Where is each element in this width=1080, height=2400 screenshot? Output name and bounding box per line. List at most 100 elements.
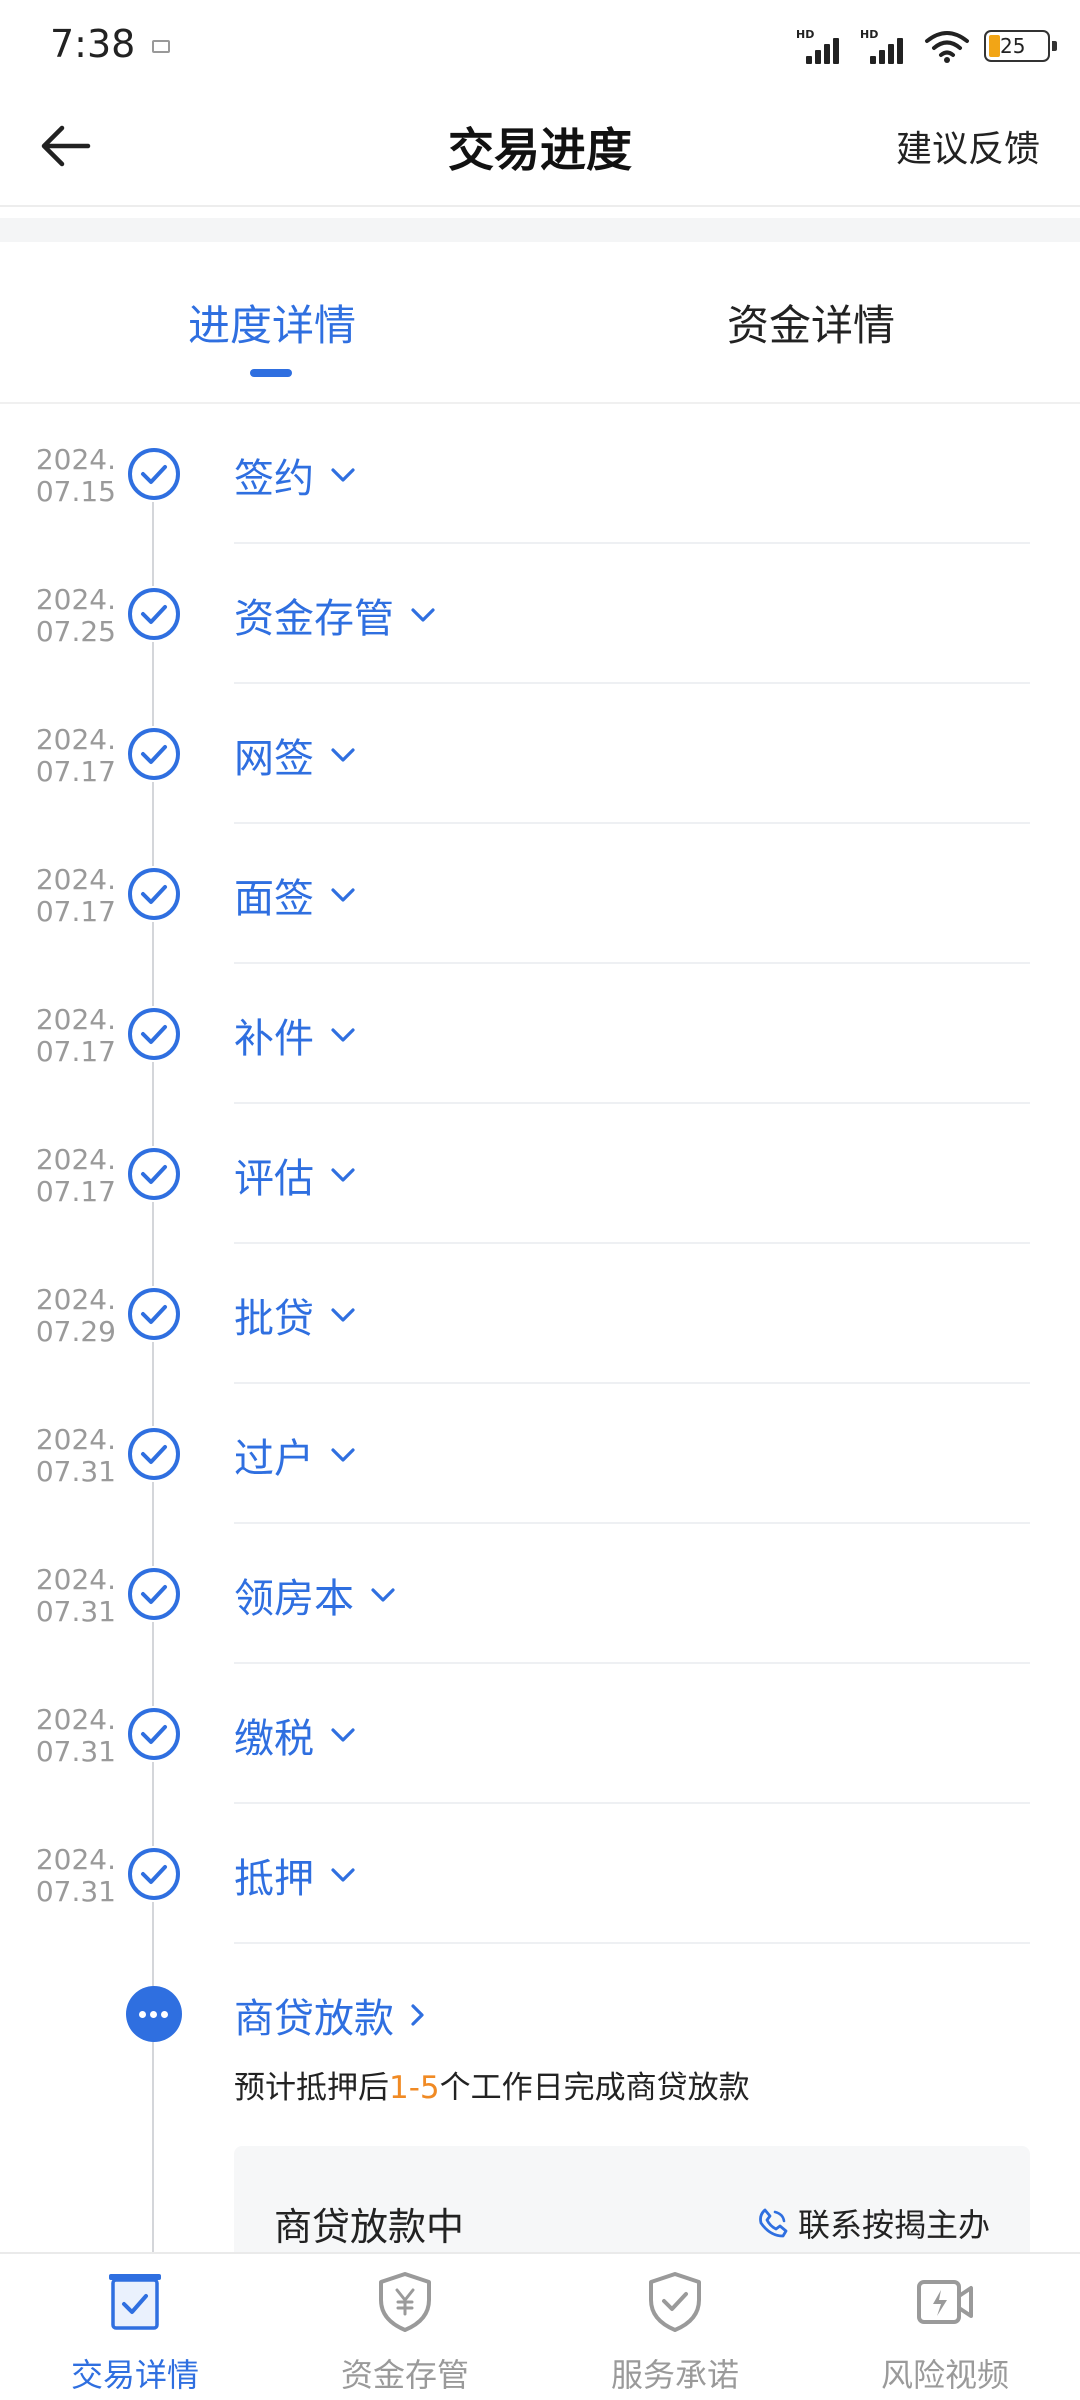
step-title[interactable]: 面签 [234,866,358,924]
step-date-monthday: 07.31 [35,1735,116,1768]
step-title[interactable]: 补件 [234,1006,358,1064]
contact-label: 联系按揭主办 [797,2206,990,2244]
timeline-step: 2024. 07.31 过户 [0,1384,1080,1524]
chevron-down-icon [331,748,355,762]
bottom-navigation: 交易详情 资金存管 服务承诺 风险视频 [0,2252,1080,2400]
step-label: 签约 [234,456,314,502]
step-date: 2024. 07.17 [20,1004,116,1068]
tab-fund-details[interactable]: 资金详情 [727,292,895,353]
step-label: 资金存管 [234,596,394,642]
timeline-step: 2024. 07.25 资金存管 [0,544,1080,684]
step-title[interactable]: 缴税 [234,1706,358,1764]
step-title[interactable]: 批贷 [234,1286,358,1344]
step-date: 2024. 07.31 [20,1844,116,1908]
step-date-monthday: 07.17 [35,895,116,928]
step-title[interactable]: 过户 [234,1426,358,1484]
step-label: 过户 [234,1436,314,1482]
step-date-year: 2024. [35,723,116,756]
step-date: 2024. 07.31 [20,1424,116,1488]
feedback-button[interactable]: 建议反馈 [896,120,1040,172]
video-lightning-icon [917,2280,973,2324]
step-date-year: 2024. [35,583,116,616]
step-label: 抵押 [234,1856,314,1902]
signal-icon-2: HD [860,28,910,64]
step-date: 2024. 07.17 [20,864,116,928]
tab-bar: 进度详情 资金详情 [0,242,1080,404]
chevron-down-icon [331,888,355,902]
battery-level: 25 [1000,34,1026,58]
nav-label: 风险视频 [880,2356,1009,2394]
clipboard-check-icon [109,2274,161,2330]
nav-fund-custody[interactable]: 资金存管 [270,2254,540,2400]
step-date-year: 2024. [35,443,116,476]
nav-label: 服务承诺 [610,2356,739,2394]
step-title[interactable]: 资金存管 [234,586,438,644]
step-date-monthday: 07.25 [35,615,116,648]
step-label: 评估 [234,1156,314,1202]
tab-progress-details[interactable]: 进度详情 [188,292,356,353]
chevron-down-icon [331,1448,355,1462]
message-notification-icon [152,40,170,53]
step-date-monthday: 07.31 [35,1455,116,1488]
timeline-step: 2024. 07.31 缴税 [0,1664,1080,1804]
step-label: 网签 [234,736,314,782]
step-date-year: 2024. [35,1703,116,1736]
shield-yen-icon [379,2272,431,2332]
timeline-step: 2024. 07.31 抵押 [0,1804,1080,1944]
step-date-monthday: 07.17 [35,1035,116,1068]
nav-service-commitment[interactable]: 服务承诺 [540,2254,810,2400]
step-title[interactable]: 评估 [234,1146,358,1204]
step-title[interactable]: 网签 [234,726,358,784]
step-date: 2024. 07.17 [20,724,116,788]
contact-mortgage-officer-button[interactable]: 联系按揭主办 [756,2200,990,2246]
chevron-down-icon [331,468,355,482]
note-prefix: 预计抵押后 [234,2070,389,2106]
nav-label: 资金存管 [340,2356,469,2394]
nav-transaction-details[interactable]: 交易详情 [0,2254,270,2400]
chevron-down-icon [331,1168,355,1182]
timeline-step: 2024. 07.17 评估 [0,1104,1080,1244]
signal-hd-label: HD [860,28,879,41]
wifi-icon [925,31,969,63]
step-date-year: 2024. [35,1143,116,1176]
signal-icon-1: HD [796,28,846,64]
check-circle-icon [126,1706,182,1762]
step-date: 2024. 07.15 [20,444,116,508]
chevron-down-icon [331,1308,355,1322]
step-date-year: 2024. [35,1283,116,1316]
chevron-right-icon [411,2004,424,2026]
current-step-title[interactable]: 商贷放款 [234,1986,428,2044]
timeline-step: 2024. 07.17 补件 [0,964,1080,1104]
step-date-year: 2024. [35,1003,116,1036]
note-highlight: 1-5 [389,2070,440,2106]
step-date-year: 2024. [35,1563,116,1596]
step-date-monthday: 07.29 [35,1315,116,1348]
step-title[interactable]: 签约 [234,446,358,504]
step-label: 批贷 [234,1296,314,1342]
loan-status-card: 商贷放款中 联系按揭主办 [234,2146,1030,2266]
step-date-monthday: 07.31 [35,1595,116,1628]
phone-icon [759,2208,788,2238]
shield-check-icon [649,2272,701,2332]
step-label: 补件 [234,1016,314,1062]
step-title[interactable]: 领房本 [234,1566,398,1624]
check-circle-icon [126,1286,182,1342]
check-circle-icon [126,1006,182,1062]
step-title[interactable]: 抵押 [234,1846,358,1904]
top-app-bar: 交易进度 建议反馈 [0,90,1080,207]
step-label: 领房本 [234,1576,354,1622]
nav-risk-video[interactable]: 风险视频 [810,2254,1080,2400]
step-label: 面签 [234,876,314,922]
chevron-down-icon [331,1728,355,1742]
step-date: 2024. 07.17 [20,1144,116,1208]
step-date: 2024. 07.31 [20,1564,116,1628]
chevron-down-icon [411,608,435,622]
check-circle-icon [126,866,182,922]
chevron-down-icon [331,1868,355,1882]
check-circle-icon [126,1846,182,1902]
note-suffix: 个工作日完成商贷放款 [439,2070,750,2106]
active-tab-indicator [250,369,292,377]
check-circle-icon [126,1566,182,1622]
step-date-monthday: 07.15 [35,475,116,508]
nav-label: 交易详情 [70,2356,199,2394]
